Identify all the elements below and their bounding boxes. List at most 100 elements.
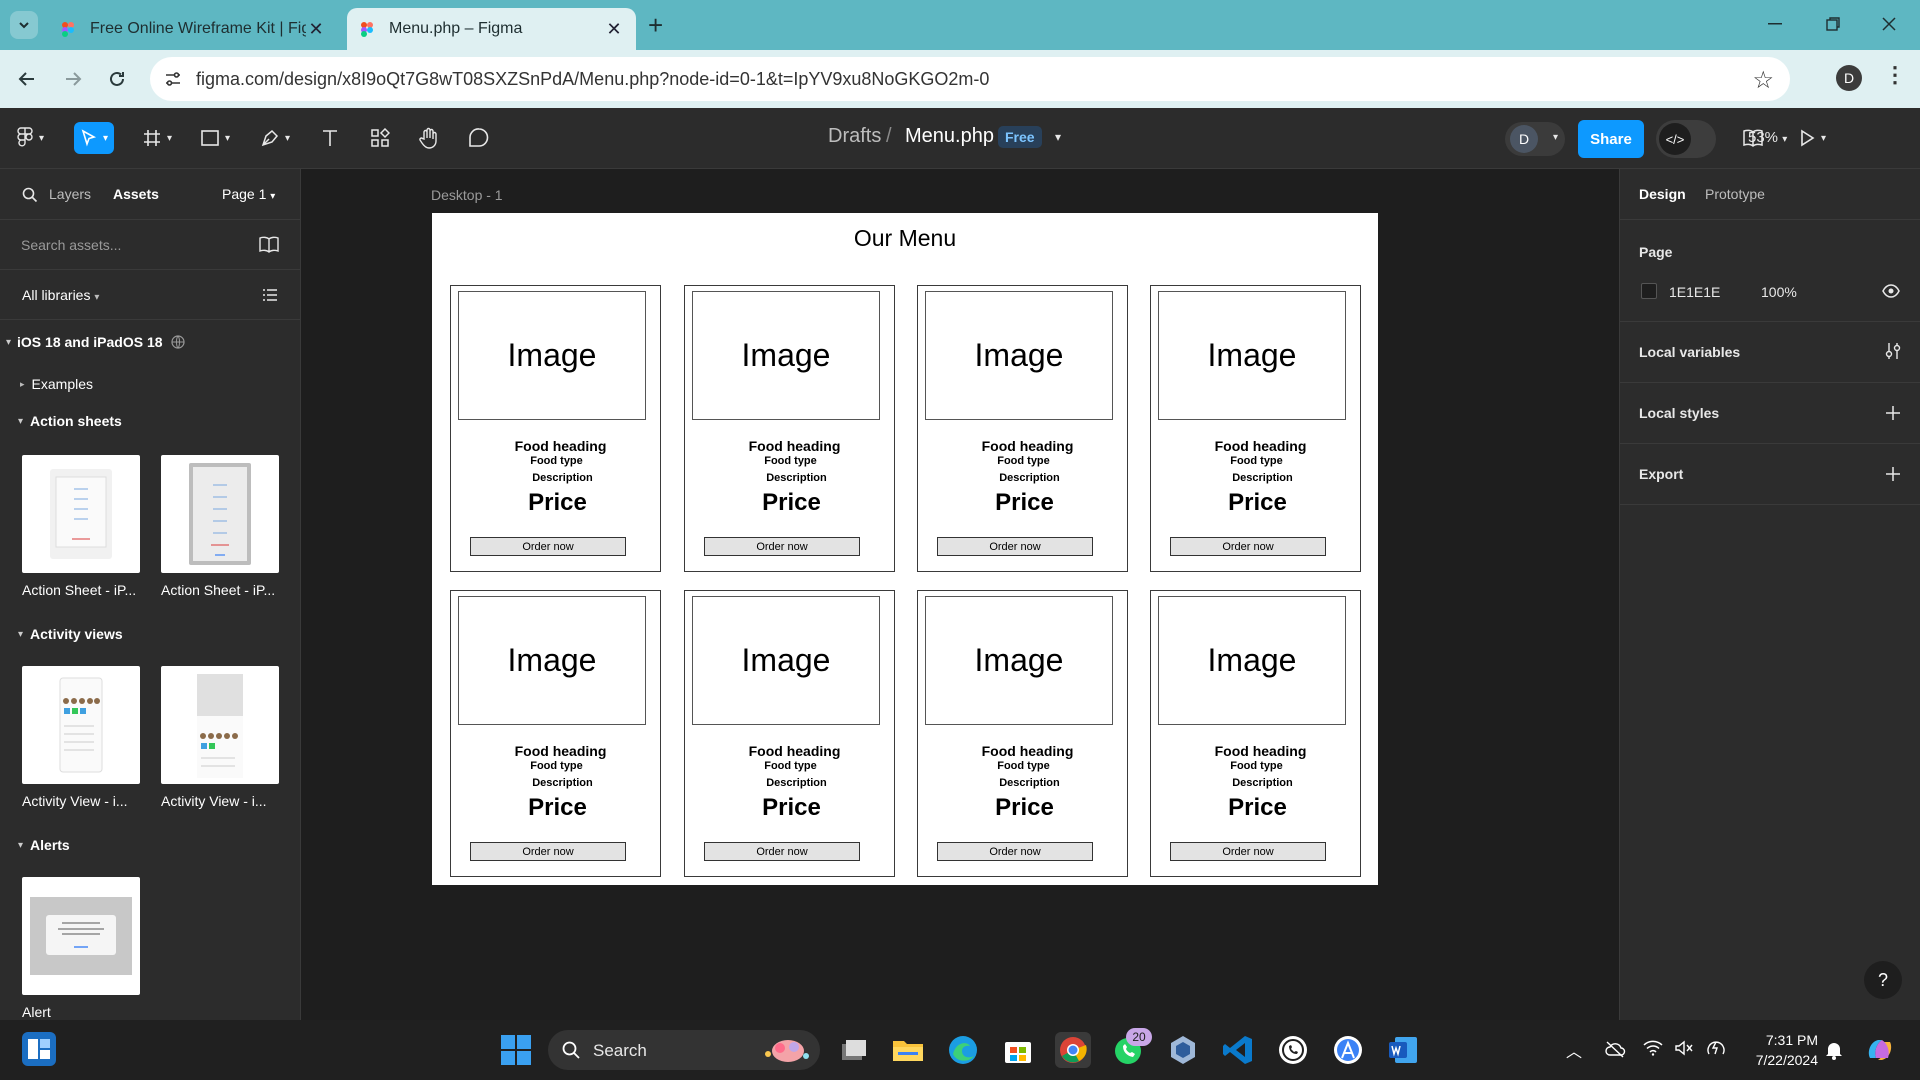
taskbar-search[interactable]: Search — [548, 1030, 820, 1070]
export-section[interactable]: Export — [1620, 444, 1920, 505]
plus-icon[interactable] — [1885, 405, 1901, 421]
text-tool[interactable] — [320, 122, 340, 154]
page-opacity-value[interactable]: 100% — [1761, 284, 1797, 300]
page-color-value[interactable]: 1E1E1E — [1669, 284, 1720, 300]
plus-icon[interactable] — [1885, 466, 1901, 482]
tab-layers[interactable]: Layers — [49, 186, 91, 202]
main-menu-button[interactable]: ▾ — [16, 122, 44, 154]
bookmark-star-icon[interactable]: ☆ — [1752, 66, 1774, 95]
menu-card[interactable]: Image Food heading Food type Description… — [1150, 590, 1361, 877]
all-libraries-dropdown[interactable]: All libraries ▾ — [22, 287, 99, 303]
word-icon[interactable] — [1385, 1032, 1421, 1068]
user-avatar[interactable]: D — [1510, 125, 1538, 153]
menu-card[interactable]: Image Food heading Food type Description… — [917, 285, 1128, 572]
zoom-level[interactable]: 53% ▾ — [1748, 129, 1787, 146]
desktop-frame[interactable]: Our Menu Image Food heading Food type De… — [432, 213, 1378, 885]
profile-avatar[interactable]: D — [1836, 65, 1862, 91]
order-now-button[interactable]: Order now — [937, 537, 1093, 556]
breadcrumb-drafts[interactable]: Drafts — [828, 125, 881, 148]
design-canvas[interactable]: Desktop - 1 Our Menu Image Food heading … — [301, 169, 1619, 1020]
section-activity-views[interactable]: ▾ Activity views — [18, 626, 123, 642]
menu-card[interactable]: Image Food heading Food type Description… — [1150, 285, 1361, 572]
present-button[interactable]: ▾ — [1798, 122, 1826, 154]
minimize-button[interactable] — [1752, 8, 1798, 40]
frame-tool[interactable]: ▾ — [142, 122, 172, 154]
frame-label[interactable]: Desktop - 1 — [431, 187, 503, 203]
battery-charging-icon[interactable] — [1705, 1039, 1727, 1057]
order-now-button[interactable]: Order now — [704, 842, 860, 861]
browser-menu-icon[interactable]: ⋮ — [1884, 62, 1906, 88]
dev-mode-toggle[interactable]: </> — [1656, 120, 1716, 158]
address-bar[interactable]: figma.com/design/x8I9oQt7G8wT08SXZSnPdA/… — [150, 57, 1790, 101]
notification-bell-icon[interactable] — [1825, 1040, 1843, 1060]
book-icon[interactable] — [258, 236, 280, 254]
move-tool[interactable]: ▾ — [74, 122, 115, 154]
order-now-button[interactable]: Order now — [470, 537, 626, 556]
asset-thumbnail-activity-view-1[interactable] — [22, 666, 140, 784]
section-action-sheets[interactable]: ▾ Action sheets — [18, 413, 122, 429]
restore-button[interactable] — [1810, 8, 1856, 40]
tab-assets[interactable]: Assets — [113, 186, 159, 202]
shape-tool[interactable]: ▾ — [200, 122, 230, 154]
order-now-button[interactable]: Order now — [1170, 842, 1326, 861]
eye-icon[interactable] — [1882, 284, 1900, 298]
help-button[interactable]: ? — [1864, 961, 1902, 999]
show-hidden-icons-icon[interactable]: ︿ — [1566, 1038, 1582, 1062]
task-view-icon[interactable] — [836, 1032, 872, 1068]
share-button[interactable]: Share — [1578, 120, 1644, 158]
cloud-offline-icon[interactable] — [1604, 1040, 1626, 1058]
close-window-button[interactable] — [1866, 8, 1912, 40]
page-selector[interactable]: Page 1 ▾ — [222, 186, 275, 202]
back-button[interactable] — [10, 62, 44, 96]
sliders-icon[interactable] — [1884, 342, 1902, 360]
file-explorer-icon[interactable] — [890, 1032, 926, 1068]
asset-thumbnail-action-sheet-2[interactable] — [161, 455, 279, 573]
section-examples[interactable]: ▸ Examples — [20, 376, 93, 392]
file-menu-chevron-icon[interactable]: ▾ — [1055, 130, 1061, 144]
local-styles-section[interactable]: Local styles — [1620, 383, 1920, 444]
system-clock[interactable]: 7:31 PM 7/22/2024 — [1740, 1030, 1818, 1070]
vscode-icon[interactable] — [1220, 1032, 1256, 1068]
reload-button[interactable] — [100, 62, 134, 96]
library-header[interactable]: ▾ iOS 18 and iPadOS 18 — [6, 334, 185, 350]
comment-tool[interactable] — [468, 122, 490, 154]
pen-tool[interactable]: ▾ — [260, 122, 290, 154]
chrome-icon[interactable] — [1055, 1032, 1091, 1068]
menu-card[interactable]: Image Food heading Food type Description… — [917, 590, 1128, 877]
app-launcher-icon[interactable] — [1330, 1032, 1366, 1068]
asset-thumbnail-activity-view-2[interactable] — [161, 666, 279, 784]
order-now-button[interactable]: Order now — [1170, 537, 1326, 556]
start-button[interactable] — [500, 1034, 532, 1066]
order-now-button[interactable]: Order now — [704, 537, 860, 556]
close-tab-icon[interactable]: ✕ — [306, 19, 326, 40]
asset-thumbnail-alert[interactable] — [22, 877, 140, 995]
local-variables-section[interactable]: Local variables — [1620, 322, 1920, 383]
browser-tab-wireframe-kit[interactable]: Free Online Wireframe Kit | Figma ✕ — [48, 8, 338, 50]
asset-search[interactable]: Search assets... — [0, 220, 300, 270]
volume-muted-icon[interactable] — [1674, 1040, 1694, 1056]
tab-design[interactable]: Design — [1639, 186, 1686, 202]
menu-card[interactable]: Image Food heading Food type Description… — [450, 285, 661, 572]
browser-tab-menu-php[interactable]: Menu.php – Figma ✕ — [347, 8, 636, 50]
menu-card[interactable]: Image Food heading Food type Description… — [450, 590, 661, 877]
tab-prototype[interactable]: Prototype — [1705, 186, 1765, 202]
microsoft-store-icon[interactable] — [1000, 1032, 1036, 1068]
forward-button[interactable] — [56, 62, 90, 96]
menu-card[interactable]: Image Food heading Food type Description… — [684, 285, 895, 572]
wifi-icon[interactable] — [1643, 1040, 1663, 1056]
site-info-icon[interactable] — [164, 70, 182, 88]
list-view-icon[interactable] — [262, 287, 278, 303]
chevron-down-icon[interactable]: ▾ — [1553, 132, 1558, 143]
menu-card[interactable]: Image Food heading Food type Description… — [684, 590, 895, 877]
tab-search-button[interactable] — [10, 11, 38, 39]
dev-app-icon[interactable] — [1165, 1032, 1201, 1068]
file-name[interactable]: Menu.php — [905, 125, 994, 148]
search-assets-input[interactable]: Search assets... — [21, 237, 121, 253]
close-tab-icon[interactable]: ✕ — [604, 19, 624, 40]
order-now-button[interactable]: Order now — [937, 842, 1093, 861]
resources-tool[interactable] — [370, 122, 390, 154]
order-now-button[interactable]: Order now — [470, 842, 626, 861]
widgets-icon[interactable] — [22, 1032, 56, 1066]
section-alerts[interactable]: ▾ Alerts — [18, 837, 70, 853]
whatsapp-desktop-icon[interactable] — [1275, 1032, 1311, 1068]
